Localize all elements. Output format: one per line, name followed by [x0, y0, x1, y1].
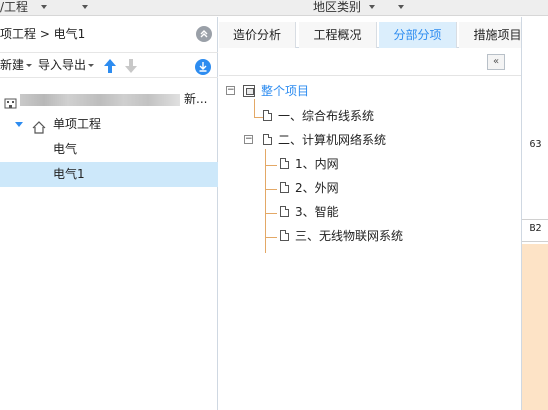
- dropdown-arrow-icon[interactable]: [41, 5, 47, 9]
- download-icon[interactable]: [195, 59, 211, 75]
- left-toolbar: 新建 导入导出: [0, 52, 218, 78]
- caret-down-icon: [26, 64, 33, 67]
- grid-separator: [522, 219, 548, 220]
- tree-item-label: 电气1: [53, 167, 85, 181]
- tree-line: [254, 99, 255, 118]
- top-bar: /工程 地区类别: [0, 0, 548, 16]
- tree-node[interactable]: 2、外网: [280, 179, 339, 197]
- breadcrumb: 项工程 > 电气1: [0, 27, 86, 41]
- collapse-up-icon[interactable]: [196, 26, 212, 42]
- project-name-suffix: 新...: [184, 92, 208, 106]
- dropdown-arrow-icon[interactable]: [82, 5, 88, 9]
- collapse-node-icon[interactable]: −: [244, 135, 253, 144]
- tab-cost-analysis[interactable]: 造价分析: [219, 22, 296, 48]
- left-panel: 项工程 > 电气1 新建 导入导出 新... 单项工程 电气 电气1: [0, 17, 218, 410]
- document-icon: [280, 206, 289, 217]
- side-grid-strip: 63 B2: [521, 17, 548, 410]
- caret-down-icon: [88, 64, 95, 67]
- import-export-label: 导入导出: [38, 58, 87, 72]
- highlighted-column: [522, 244, 548, 410]
- tree-node-label: 一、综合布线系统: [278, 109, 375, 123]
- tree-root-label: 整个项目: [261, 84, 310, 98]
- tab-bar: 造价分析 工程概况 分部分项 措施项目: [219, 22, 548, 48]
- tree-root-node[interactable]: 整个项目: [243, 82, 309, 100]
- tree-node[interactable]: 3、智能: [280, 203, 339, 221]
- item-tree: − 整个项目 一、综合布线系统 − 二、计算机网络系统 1、内网 2、外网 3、…: [219, 75, 521, 410]
- dropdown-arrow-icon[interactable]: [369, 5, 375, 9]
- tree-group-row[interactable]: 单项工程: [0, 112, 218, 137]
- tree-project-row[interactable]: 新...: [0, 87, 218, 112]
- document-icon: [280, 230, 289, 241]
- move-up-icon[interactable]: [103, 57, 117, 75]
- tree-item-row-selected[interactable]: 电气1: [0, 162, 218, 187]
- document-icon: [280, 182, 289, 193]
- tree-line: [265, 237, 277, 238]
- document-icon: [263, 110, 272, 121]
- grid-cell-value[interactable]: 63: [522, 139, 548, 150]
- tree-node[interactable]: 二、计算机网络系统: [263, 131, 386, 149]
- tree-node[interactable]: 1、内网: [280, 155, 339, 173]
- tree-node-label: 二、计算机网络系统: [278, 133, 387, 147]
- tree-node-label: 1、内网: [295, 157, 339, 171]
- tree-line: [265, 189, 277, 190]
- document-icon: [280, 158, 289, 169]
- import-export-button[interactable]: 导入导出: [38, 57, 95, 73]
- tab-project-overview[interactable]: 工程概况: [299, 22, 377, 48]
- app-window: /工程 地区类别 项工程 > 电气1 新建 导入导出 新... 单项工程 电气 …: [0, 0, 548, 410]
- new-button-label: 新建: [0, 58, 25, 72]
- tree-line: [265, 165, 277, 166]
- expand-triangle-icon[interactable]: [15, 122, 23, 127]
- group-label: 单项工程: [53, 117, 102, 131]
- tree-node[interactable]: 三、无线物联网系统: [280, 227, 403, 245]
- tree-item-label: 电气: [53, 142, 78, 156]
- grid-cell-value[interactable]: B2: [522, 223, 548, 234]
- project-icon: [243, 85, 255, 97]
- project-name-blurred: [20, 94, 180, 106]
- tab-sub-items[interactable]: 分部分项: [379, 22, 457, 48]
- tree-item-row[interactable]: 电气: [0, 137, 218, 162]
- new-button[interactable]: 新建: [0, 57, 33, 73]
- collapse-node-icon[interactable]: −: [226, 86, 235, 95]
- document-icon: [263, 134, 272, 145]
- tree-line: [265, 213, 277, 214]
- collapse-tree-icon[interactable]: «: [487, 54, 505, 70]
- top-project-label: /工程: [0, 0, 29, 14]
- tree-node-label: 2、外网: [295, 181, 339, 195]
- main-panel: 造价分析 工程概况 分部分项 措施项目 « − 整个项目 一、综合布线系统 − …: [219, 17, 548, 410]
- tree-node-label: 3、智能: [295, 205, 339, 219]
- grid-separator: [522, 241, 548, 242]
- region-category-label: 地区类别: [313, 0, 362, 14]
- move-down-icon[interactable]: [124, 57, 138, 75]
- tree-node-label: 三、无线物联网系统: [295, 229, 404, 243]
- dropdown-arrow-icon[interactable]: [398, 5, 404, 9]
- tree-node[interactable]: 一、综合布线系统: [263, 107, 374, 125]
- project-tree: 新... 单项工程 电气 电气1: [0, 87, 218, 187]
